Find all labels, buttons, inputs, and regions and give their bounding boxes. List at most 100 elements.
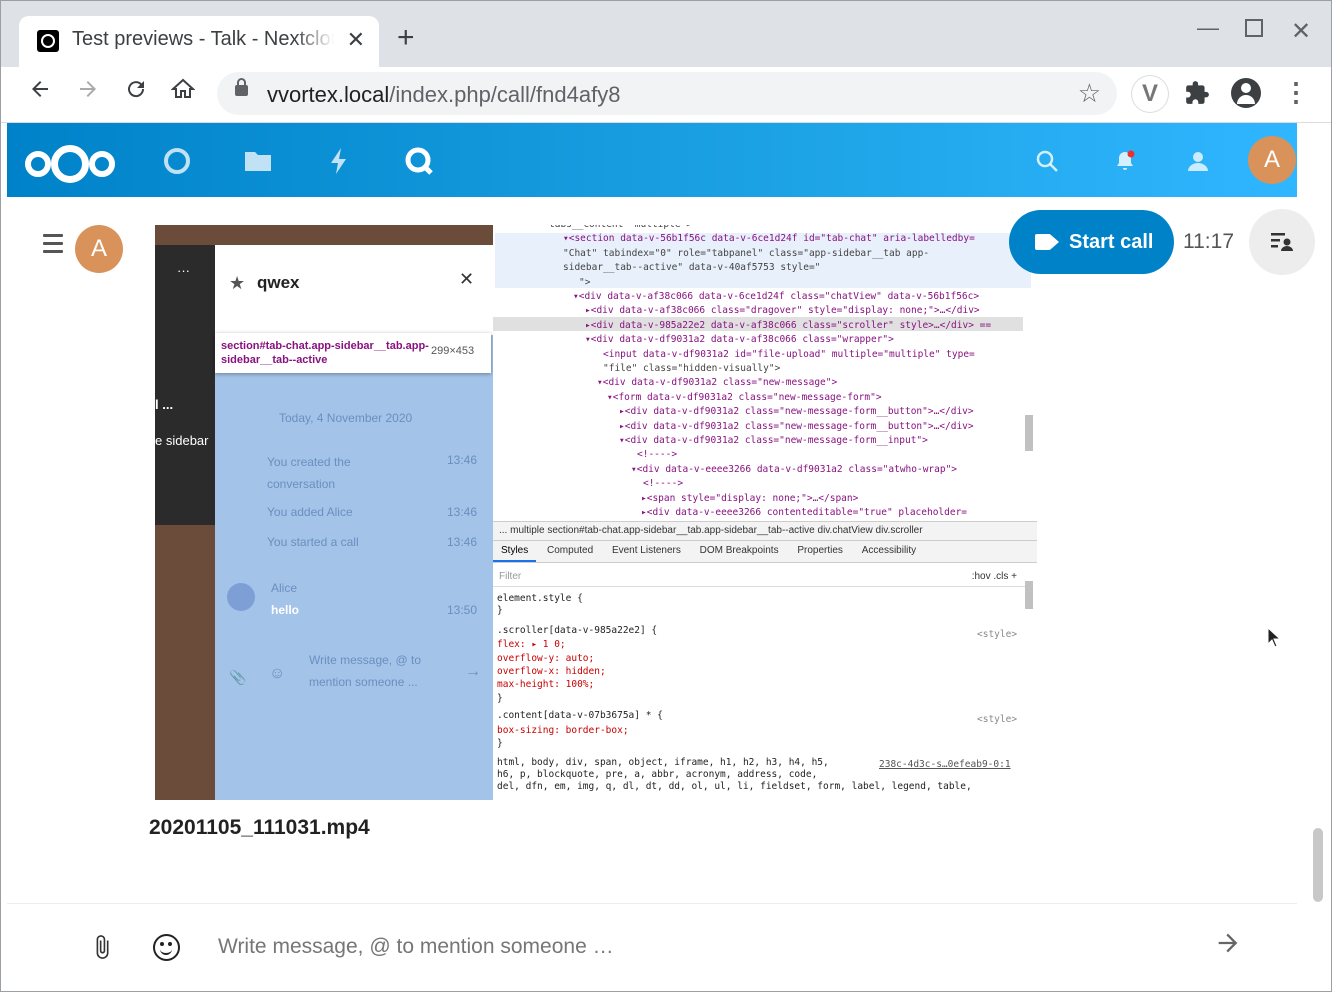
preview-devtools-tabs: Styles Computed Event Listeners DOM Brea… bbox=[493, 541, 1037, 563]
user-avatar[interactable]: A bbox=[1248, 136, 1296, 184]
preview-tab-listeners: Event Listeners bbox=[611, 545, 681, 556]
arrow-right-icon[interactable] bbox=[71, 77, 105, 108]
preview-devtools: tabs__content--multiple > ▾<section data-… bbox=[493, 225, 1037, 800]
arrow-left-icon[interactable] bbox=[23, 77, 57, 108]
preview-tab-dom-breakpoints: DOM Breakpoints bbox=[699, 545, 779, 556]
browser-window: Test previews - Talk - Nextcloud ✕ + — ✕… bbox=[0, 0, 1332, 992]
preview-panel-title: qwex bbox=[257, 273, 300, 292]
preview-dom-line: ▾<div data-v-df9031a2 class="new-message… bbox=[597, 377, 838, 389]
sidebar-toggle-button[interactable] bbox=[1249, 209, 1315, 275]
preview-style-source-3: 238c-4d3c-s…0efeab9-0:1 bbox=[879, 759, 1011, 770]
dashboard-icon[interactable] bbox=[161, 145, 193, 177]
new-tab-button[interactable]: + bbox=[397, 21, 415, 55]
preview-tooltip-size: 299×453 bbox=[431, 345, 475, 357]
preview-star-icon: ★ bbox=[229, 273, 246, 293]
reload-icon[interactable] bbox=[119, 77, 153, 108]
maximize-icon[interactable] bbox=[1245, 19, 1263, 37]
preview-dom-line: ▾<form data-v-df9031a2 class="new-messag… bbox=[607, 391, 882, 403]
preview-dom-line: ▸<div data-v-df9031a2 class="new-message… bbox=[619, 406, 974, 418]
tab-close-icon[interactable]: ✕ bbox=[347, 27, 365, 53]
url-path: /index.php/call/fnd4afy8 bbox=[389, 82, 621, 107]
extension-v-icon[interactable]: V bbox=[1132, 76, 1168, 112]
send-arrow-icon[interactable] bbox=[1214, 929, 1242, 964]
tab-strip: Test previews - Talk - Nextcloud ✕ + — ✕ bbox=[1, 1, 1331, 67]
account-icon[interactable] bbox=[1231, 78, 1261, 108]
kebab-icon[interactable]: ⋮ bbox=[1283, 79, 1309, 105]
activity-icon[interactable] bbox=[323, 145, 355, 177]
mouse-cursor-icon bbox=[1267, 627, 1281, 648]
search-icon[interactable] bbox=[1035, 149, 1059, 178]
preview-alice-avatar bbox=[227, 583, 255, 611]
preview-css-line: html, body, div, span, object, iframe, h… bbox=[497, 757, 829, 768]
preview-dom-line: ▸<span style="display: none;">…</span> bbox=[641, 492, 859, 504]
preview-left-label-1: l ... bbox=[155, 397, 174, 412]
preview-time-2: 13:46 bbox=[447, 505, 478, 519]
preview-send-icon: → bbox=[465, 663, 481, 680]
home-icon[interactable] bbox=[166, 77, 200, 108]
preview-css-line: overflow-y: auto; bbox=[497, 653, 595, 664]
preview-chat-panel: ★ qwex ✕ Today, 4 November 2020 You crea… bbox=[215, 245, 493, 800]
preview-tab-properties: Properties bbox=[797, 545, 843, 556]
preview-alice-message: hello bbox=[271, 603, 300, 617]
preview-panel-header: ★ qwex ✕ bbox=[215, 245, 493, 335]
preview-dom-line: sidebar__tab--active" data-v-40af5753 st… bbox=[563, 262, 821, 274]
tab-title: Test previews - Talk - Nextcloud bbox=[72, 28, 334, 50]
preview-style-source-1: <style> bbox=[977, 629, 1018, 640]
preview-css-line: } bbox=[497, 605, 503, 616]
preview-message-3: You started a call bbox=[267, 535, 359, 549]
preview-dom-line: ▾<div data-v-df9031a2 data-v-af38c066 cl… bbox=[585, 334, 894, 346]
hamburger-menu-icon[interactable] bbox=[43, 234, 63, 258]
preview-dom-line: tabs__content--multiple > bbox=[549, 225, 692, 230]
attachment-filename[interactable]: 20201105_111031.mp4 bbox=[149, 816, 370, 840]
preview-left-pane: ··· l ... e sidebar ★ qwex ✕ Today, 4 No… bbox=[155, 225, 493, 800]
preview-tooltip-selector: section#tab-chat.app-sidebar__tab.app-si… bbox=[221, 340, 429, 366]
preview-css-line: .scroller[data-v-985a22e2] { bbox=[497, 625, 658, 636]
preview-tab-computed: Computed bbox=[547, 545, 594, 556]
minimize-icon[interactable]: — bbox=[1197, 15, 1219, 41]
paperclip-icon[interactable] bbox=[89, 934, 115, 967]
preview-tab-styles: Styles bbox=[493, 541, 537, 562]
url-text: vvortex.local/index.php/call/fnd4afy8 bbox=[267, 82, 620, 108]
preview-style-source-2: <style> bbox=[977, 714, 1018, 725]
nextcloud-header: A bbox=[7, 123, 1297, 207]
emoji-icon[interactable] bbox=[153, 934, 180, 961]
preview-filter-placeholder: Filter bbox=[499, 571, 522, 582]
files-icon[interactable] bbox=[242, 145, 274, 177]
preview-dom-line: <!----> bbox=[637, 449, 678, 461]
preview-css-line: h6, p, blockquote, pre, a, abbr, acronym… bbox=[497, 769, 818, 780]
start-call-button[interactable]: Start call bbox=[1009, 210, 1174, 274]
preview-tab-accessibility: Accessibility bbox=[861, 545, 917, 556]
preview-close-icon: ✕ bbox=[459, 269, 475, 289]
preview-alice-time: 13:50 bbox=[447, 603, 478, 617]
contacts-icon[interactable] bbox=[1185, 149, 1211, 178]
talk-icon[interactable] bbox=[403, 145, 435, 207]
preview-dom-line: ▾<div data-v-df9031a2 class="new-message… bbox=[619, 435, 928, 446]
browser-tab[interactable]: Test previews - Talk - Nextcloud ✕ bbox=[19, 16, 379, 67]
preview-dom-line: "> bbox=[579, 276, 591, 288]
address-bar[interactable]: vvortex.local/index.php/call/fnd4afy8 ☆ bbox=[217, 72, 1117, 115]
preview-dom-line: ▸<div data-v-df9031a2 class="new-message… bbox=[619, 420, 974, 432]
start-call-label: Start call bbox=[1069, 231, 1154, 253]
video-preview[interactable]: ··· l ... e sidebar ★ qwex ✕ Today, 4 No… bbox=[155, 225, 1037, 800]
close-window-icon[interactable]: ✕ bbox=[1291, 17, 1311, 46]
preview-css-line: flex: ▸ 1 0; bbox=[497, 639, 566, 650]
chat-scrollbar[interactable] bbox=[1313, 828, 1323, 902]
preview-dark-sidebar: ··· l ... e sidebar bbox=[155, 245, 215, 525]
star-icon[interactable]: ☆ bbox=[1078, 78, 1101, 109]
preview-css-line: } bbox=[497, 693, 503, 704]
message-author-avatar: A bbox=[75, 225, 123, 273]
preview-styles-scrollbar bbox=[1025, 581, 1033, 609]
puzzle-icon[interactable] bbox=[1184, 80, 1210, 106]
talk-favicon-icon bbox=[37, 30, 59, 52]
preview-emoji-icon: ☺ bbox=[269, 665, 286, 682]
lock-icon bbox=[235, 78, 248, 96]
preview-dom-line: "Chat" tabindex="0" role="tabpanel" clas… bbox=[563, 247, 930, 259]
message-composer: Write message, @ to mention someone … bbox=[7, 903, 1297, 989]
preview-dom-line: ▸<div data-v-985a22e2 data-v-af38c066 cl… bbox=[585, 319, 992, 331]
preview-dom-line: ▾<div data-v-af38c066 data-v-6ce1d24f cl… bbox=[573, 291, 980, 302]
bell-icon[interactable] bbox=[1113, 149, 1137, 178]
sidebar-toggle-icon bbox=[1271, 233, 1293, 251]
preview-left-label-2: e sidebar bbox=[155, 433, 209, 448]
message-input[interactable]: Write message, @ to mention someone … bbox=[218, 935, 614, 959]
preview-css-line: overflow-x: hidden; bbox=[497, 666, 606, 677]
